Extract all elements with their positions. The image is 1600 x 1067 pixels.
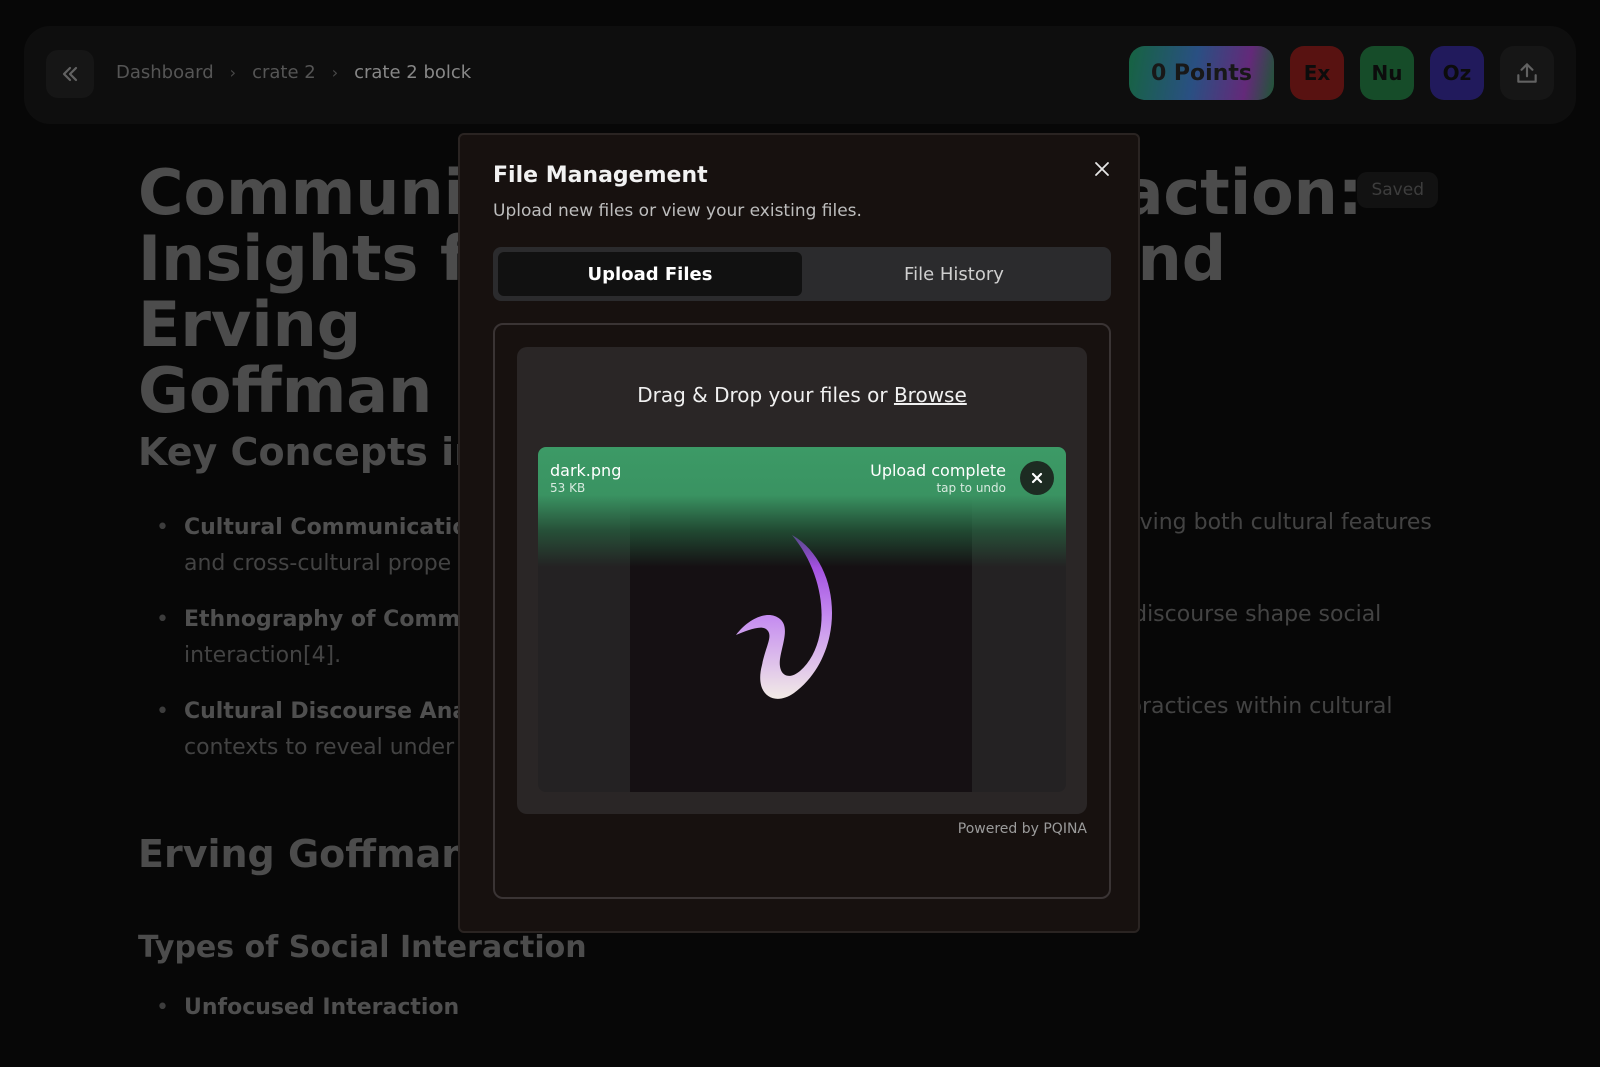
file-management-modal: File Management Upload new files or view… [458, 133, 1140, 933]
file-drop-zone[interactable]: Drag & Drop your files or Browse dark.pn… [517, 347, 1087, 814]
tab-upload-files[interactable]: Upload Files [498, 252, 802, 296]
close-button[interactable] [1088, 155, 1116, 183]
undo-hint[interactable]: tap to undo [936, 481, 1006, 495]
upload-status: Upload complete [870, 461, 1006, 480]
file-item: dark.png 53 KB Upload complete tap to un… [538, 447, 1066, 792]
drop-label: Drag & Drop your files or Browse [517, 383, 1087, 407]
modal-title: File Management [493, 163, 708, 188]
close-icon [1031, 472, 1043, 484]
tab-list: Upload Files File History [493, 247, 1111, 301]
drop-text: Drag & Drop your files or [637, 383, 894, 407]
powered-by-credit[interactable]: Powered by PQINA [958, 821, 1087, 837]
file-size: 53 KB [550, 481, 586, 495]
modal-description: Upload new files or view your existing f… [493, 201, 862, 221]
browse-link[interactable]: Browse [894, 383, 967, 407]
close-icon [1095, 162, 1109, 176]
upload-panel: Drag & Drop your files or Browse dark.pn… [493, 323, 1111, 899]
remove-file-button[interactable] [1020, 461, 1054, 495]
file-name: dark.png [550, 461, 622, 480]
tab-file-history[interactable]: File History [802, 252, 1106, 296]
